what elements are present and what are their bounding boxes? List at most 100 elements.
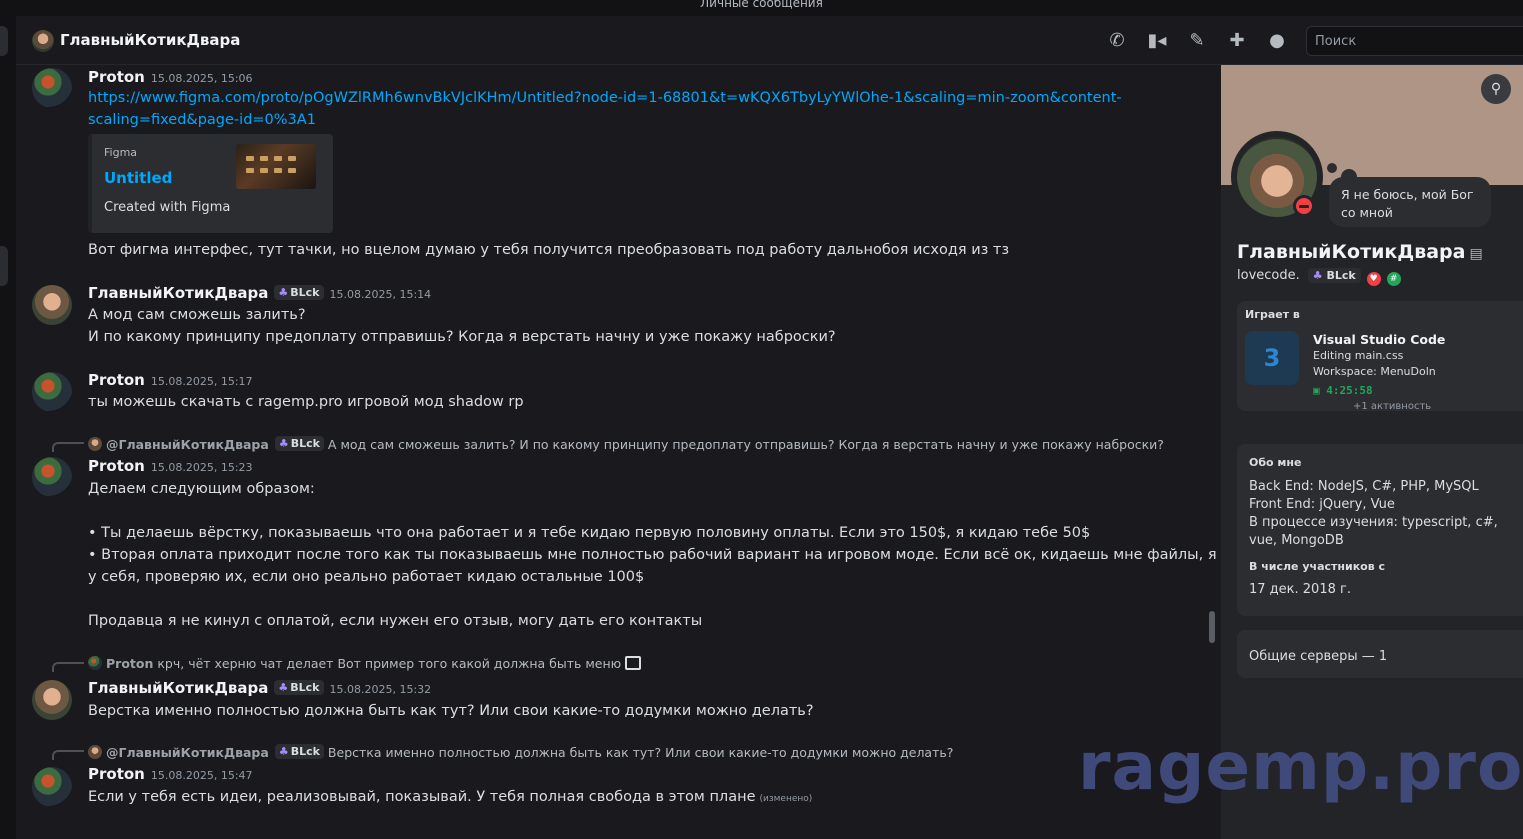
message-text: у себя, проверяю их, если оно реально ра… [88, 569, 645, 585]
about-line: В процессе изучения: typescript, c#, vue… [1249, 515, 1498, 548]
page-title: ГлавныйКотикДвара [60, 31, 241, 49]
author-name[interactable]: Proton [88, 765, 145, 783]
custom-status-bubble: Я не боюсь, мой Бог со мной [1329, 177, 1491, 227]
timestamp: 15.08.2025, 15:32 [329, 683, 432, 696]
image-icon [625, 656, 642, 670]
author-name[interactable]: Proton [88, 457, 145, 475]
message-text: • Вторая оплата приходит после того как … [88, 547, 1221, 563]
avatar[interactable] [32, 457, 72, 497]
activity-app: Visual Studio Code [1313, 332, 1446, 347]
list-item: Proton 15.08.2025, 15:06 https://www.figm… [16, 65, 1206, 265]
hashtag-icon[interactable]: # [1386, 272, 1401, 286]
reply-spine [52, 750, 84, 760]
link-embed: Figma Untitled Created with Figma [88, 134, 333, 233]
user-profile-icon[interactable]: ● [1266, 30, 1288, 52]
note-icon[interactable]: ▤ [1469, 246, 1482, 262]
reply-preview[interactable]: @ГлавныйКотикДвара ♣ BLck Верстка именно п… [88, 744, 953, 760]
message-text: Вот фигма интерфес, тут тачки, но вцелом… [88, 242, 1010, 258]
avatar[interactable] [32, 680, 72, 720]
watermark: ragemp.pro [1078, 728, 1523, 805]
author-name[interactable]: ГлавныйКотикДвара [88, 284, 268, 302]
message-link[interactable]: scaling=fixed&page-id=0%3A1 [88, 109, 316, 131]
activity-state: Workspace: MenuDoln [1313, 365, 1436, 378]
guild-tag: ♣ BLck [274, 436, 324, 451]
left-rail [0, 16, 16, 839]
video-call-icon[interactable]: ▮◂ [1146, 30, 1168, 52]
member-since-label: В числе участников с [1249, 560, 1386, 573]
reply-spine [52, 442, 84, 452]
message-text: Верстка именно полностью должна быть как… [88, 703, 814, 719]
list-item: Proton крч, чёт херню чат делает Вот при… [16, 655, 1206, 725]
avatar[interactable] [32, 30, 54, 52]
reply-preview[interactable]: Proton крч, чёт херню чат делает Вот при… [88, 656, 642, 671]
pin-icon[interactable]: ✎ [1186, 30, 1208, 52]
activity-elapsed: 4:25:58 [1326, 384, 1373, 397]
list-item: ГлавныйКотикДвара ♣ BLck 15.08.2025, 15:14 … [16, 283, 1206, 353]
timestamp: 15.08.2025, 15:47 [150, 769, 253, 782]
profile-name: ГлавныйКотикДвара [1237, 241, 1466, 263]
bubble-tail [1327, 163, 1337, 173]
mutual-servers-label: Общие серверы — 1 [1249, 649, 1388, 664]
guild-tag: ♣ BLck [274, 744, 324, 759]
author-name[interactable]: Proton [88, 371, 145, 389]
about-line: Back End: NodeJS, C#, PHP, MySQL [1249, 479, 1479, 494]
list-item: @ГлавныйКотикДвара ♣ BLck Верстка именно п… [16, 743, 1206, 813]
message-text: Продавца я не кинул с оплатой, если нуже… [88, 613, 703, 629]
rail-indicator [0, 26, 8, 56]
embed-thumbnail[interactable] [236, 144, 316, 189]
author-name[interactable]: Proton [88, 68, 145, 86]
vscode-icon: 3 [1245, 331, 1299, 385]
badge-icon[interactable]: ♥ [1366, 272, 1381, 286]
guild-tag[interactable]: ♣ BLck [274, 680, 324, 695]
message-text: ты можешь скачать с ragemp.pro игровой м… [88, 394, 524, 410]
guild-tag[interactable]: ♣ BLck [1307, 268, 1361, 283]
message-text: А мод сам сможешь залить? [88, 307, 306, 323]
avatar[interactable] [32, 767, 72, 807]
embed-title[interactable]: Untitled [104, 169, 172, 187]
reply-spine [52, 662, 84, 672]
message-list: Proton 15.08.2025, 15:06 https://www.figm… [16, 65, 1221, 839]
avatar[interactable] [32, 68, 72, 108]
about-label: Обо мне [1249, 456, 1302, 469]
guild-tag[interactable]: ♣ BLck [274, 285, 324, 300]
list-item: @ГлавныйКотикДвара ♣ BLck А мод сам сможеш… [16, 435, 1221, 635]
dm-header: ГлавныйКотикДвара ✆ ▮◂ ✎ ✚ ● Поиск [16, 16, 1523, 65]
rail-indicator [0, 246, 8, 286]
timestamp: 15.08.2025, 15:14 [329, 288, 432, 301]
activity-label: Играет в [1245, 308, 1300, 321]
timestamp: 15.08.2025, 15:17 [150, 375, 253, 388]
voice-call-icon[interactable]: ✆ [1106, 30, 1128, 52]
list-item: Proton 15.08.2025, 15:17 ты можешь скачат… [16, 370, 1206, 420]
timestamp: 15.08.2025, 15:23 [150, 461, 253, 474]
avatar [88, 745, 102, 759]
search-input[interactable]: Поиск [1306, 26, 1523, 56]
about-line: Front End: jQuery, Vue [1249, 497, 1395, 512]
embed-description: Created with Figma [104, 200, 231, 215]
more-activities-link[interactable]: +1 активность [1353, 401, 1431, 411]
mutual-servers-button[interactable]: Общие серверы — 1 › [1237, 630, 1523, 678]
avatar [88, 437, 102, 451]
message-text: Если у тебя есть идеи, реализовывай, пок… [88, 789, 756, 805]
profile-panel: ⚲ Я не боюсь, мой Бог со мной ГлавныйКот… [1221, 65, 1523, 839]
avatar [88, 656, 102, 670]
gamepad-icon: ▣ [1313, 384, 1327, 397]
scrollbar[interactable] [1209, 611, 1215, 643]
embed-provider[interactable]: Figma [104, 146, 137, 159]
reply-preview[interactable]: @ГлавныйКотикДвара ♣ BLck А мод сам сможеш… [88, 436, 1164, 452]
avatar[interactable] [32, 372, 72, 412]
message-link[interactable]: https://www.figma.com/proto/pOgWZlRMh6wn… [88, 87, 1122, 109]
avatar[interactable] [32, 285, 72, 325]
message-text: И по какому принципу предоплату отправиш… [88, 329, 836, 345]
timestamp: 15.08.2025, 15:06 [150, 72, 253, 85]
dnd-status-icon [1293, 195, 1315, 217]
author-name[interactable]: ГлавныйКотикДвара [88, 679, 268, 697]
about-card: Обо мне Back End: NodeJS, C#, PHP, MySQL… [1237, 444, 1523, 616]
message-text: Делаем следующим образом: [88, 481, 315, 497]
window-title-bar: Личные сообщения [0, 0, 1523, 16]
window-title: Личные сообщения [700, 0, 823, 10]
activity-details: Editing main.css [1313, 349, 1404, 362]
edited-label: (изменено) [759, 794, 813, 804]
profile-username: lovecode. [1237, 268, 1300, 283]
add-friend-icon[interactable]: ⚲ [1481, 74, 1511, 104]
add-friends-icon[interactable]: ✚ [1226, 30, 1248, 52]
